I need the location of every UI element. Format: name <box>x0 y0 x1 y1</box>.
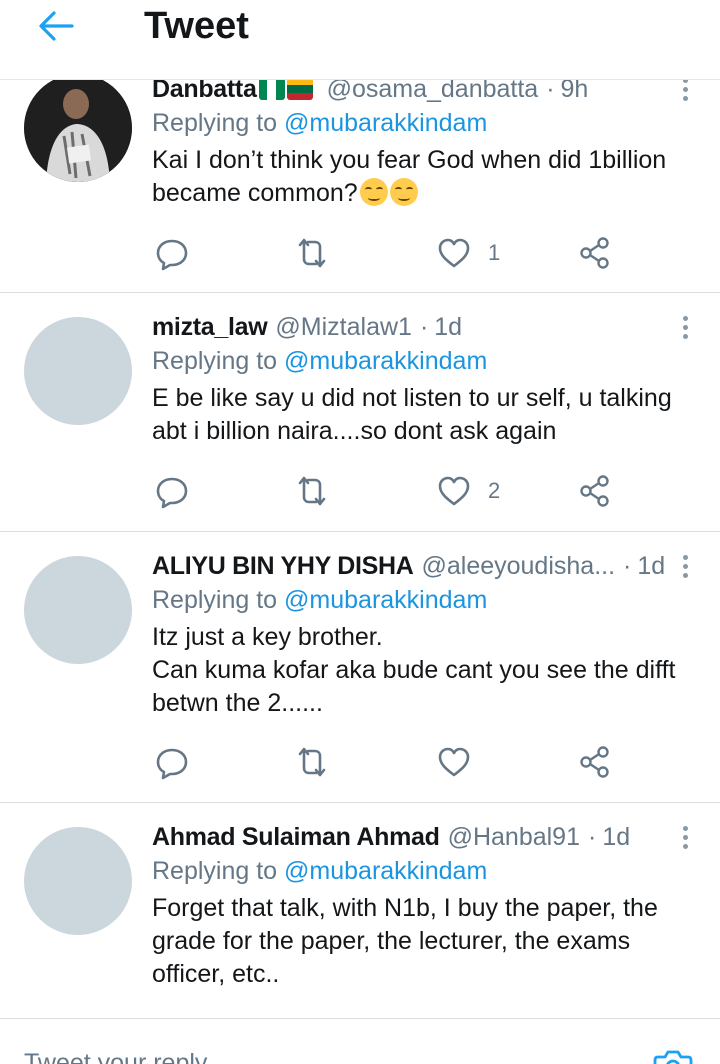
retweet-button[interactable] <box>294 231 330 275</box>
share-icon <box>580 237 609 269</box>
tweet-actions <box>152 740 622 784</box>
mention-link[interactable]: @mubarakkindam <box>284 586 487 614</box>
like-button[interactable] <box>436 740 488 784</box>
reply-icon <box>156 748 188 780</box>
like-count: 2 <box>488 478 501 503</box>
share-button[interactable] <box>578 231 614 275</box>
smiling-face-emoji <box>389 178 418 206</box>
tweet-text: Itz just a key brother. Can kuma kofar a… <box>152 623 676 717</box>
back-button[interactable] <box>34 4 78 48</box>
tweet-time: 1d <box>637 552 666 580</box>
retweet-button[interactable] <box>294 740 330 784</box>
app-header: Tweet <box>0 0 720 80</box>
heart-icon <box>438 747 470 777</box>
like-count: 1 <box>488 240 501 265</box>
back-arrow-icon <box>39 11 74 41</box>
tweet-text: Forget that talk, with N1b, I buy the pa… <box>152 894 658 988</box>
replying-to: Replying to @mubarakkindam <box>152 586 488 614</box>
reply-composer-bar: Tweet your reply <box>0 1018 720 1064</box>
tweet-item[interactable]: mizta_law @Miztalaw1 · 1d Replying to @m… <box>0 293 720 532</box>
nigeria-flag-icon <box>258 78 285 100</box>
share-button[interactable] <box>578 740 614 784</box>
replying-to: Replying to @mubarakkindam <box>152 109 488 137</box>
retweet-icon <box>298 476 326 506</box>
display-name[interactable]: Ahmad Sulaiman Ahmad <box>152 820 440 854</box>
reply-button[interactable] <box>154 740 190 784</box>
more-options-button[interactable] <box>670 310 700 344</box>
more-options-button[interactable] <box>670 820 700 854</box>
mention-link[interactable]: @mubarakkindam <box>284 347 487 375</box>
replying-to: Replying to @mubarakkindam <box>152 857 488 885</box>
avatar[interactable] <box>24 317 132 425</box>
like-button[interactable]: 1 <box>436 231 500 275</box>
retweet-button[interactable] <box>294 469 330 513</box>
replying-to: Replying to @mubarakkindam <box>152 347 488 375</box>
avatar[interactable] <box>24 74 132 182</box>
page-title: Tweet <box>144 5 249 47</box>
tweet-time: 1d <box>434 313 463 341</box>
tweet-time: 1d <box>602 823 631 851</box>
mention-link[interactable]: @mubarakkindam <box>284 857 487 885</box>
reply-input[interactable]: Tweet your reply <box>24 1049 207 1064</box>
tweet-meta: Ahmad Sulaiman Ahmad @Hanbal91 · 1d <box>152 820 690 854</box>
more-options-button[interactable] <box>670 549 700 583</box>
user-handle[interactable]: @aleeyoudisha... <box>421 549 615 583</box>
share-button[interactable] <box>578 469 614 513</box>
heart-icon <box>438 238 470 268</box>
tweet-text: Kai I don’t think you fear God when did … <box>152 146 667 207</box>
reply-icon <box>156 239 188 271</box>
tweet-meta: ALIYU BIN YHY DISHA @aleeyoudisha... · 1… <box>152 549 690 583</box>
share-icon <box>580 746 609 778</box>
like-button[interactable]: 2 <box>436 469 500 513</box>
separator-dot: · <box>623 552 632 580</box>
tweet-item[interactable]: ALIYU BIN YHY DISHA @aleeyoudisha... · 1… <box>0 532 720 803</box>
avatar-photo <box>24 74 132 182</box>
tweet-text: E be like say u did not listen to ur sel… <box>152 384 672 445</box>
camera-icon[interactable] <box>652 1047 694 1064</box>
separator-dot: · <box>588 823 597 851</box>
reply-button[interactable] <box>154 231 190 275</box>
reply-button[interactable] <box>154 469 190 513</box>
retweet-icon <box>298 238 326 268</box>
avatar[interactable] <box>24 827 132 935</box>
smiling-face-emoji <box>359 178 388 206</box>
tweet-item[interactable]: Ahmad Sulaiman Ahmad @Hanbal91 · 1d Repl… <box>0 803 720 1018</box>
tweet-meta: mizta_law @Miztalaw1 · 1d <box>152 310 690 344</box>
user-handle[interactable]: @Hanbal91 <box>448 820 580 854</box>
tweet-actions: 2 <box>152 469 622 513</box>
lithuania-flag-icon <box>286 78 313 100</box>
share-icon <box>580 475 609 507</box>
retweet-icon <box>298 747 326 777</box>
tweet-actions: 1 <box>152 231 622 275</box>
flag-emojis <box>258 78 313 100</box>
display-name[interactable]: ALIYU BIN YHY DISHA <box>152 549 414 583</box>
avatar[interactable] <box>24 556 132 664</box>
user-handle[interactable]: @Miztalaw1 <box>275 310 412 344</box>
display-name[interactable]: mizta_law <box>152 310 268 344</box>
separator-dot: · <box>419 313 429 341</box>
reply-icon <box>156 477 188 509</box>
tweet-item[interactable]: Danbatta @osama_danbatta · 9h Replying t… <box>0 74 720 293</box>
mention-link[interactable]: @mubarakkindam <box>284 109 487 137</box>
heart-icon <box>438 476 470 506</box>
